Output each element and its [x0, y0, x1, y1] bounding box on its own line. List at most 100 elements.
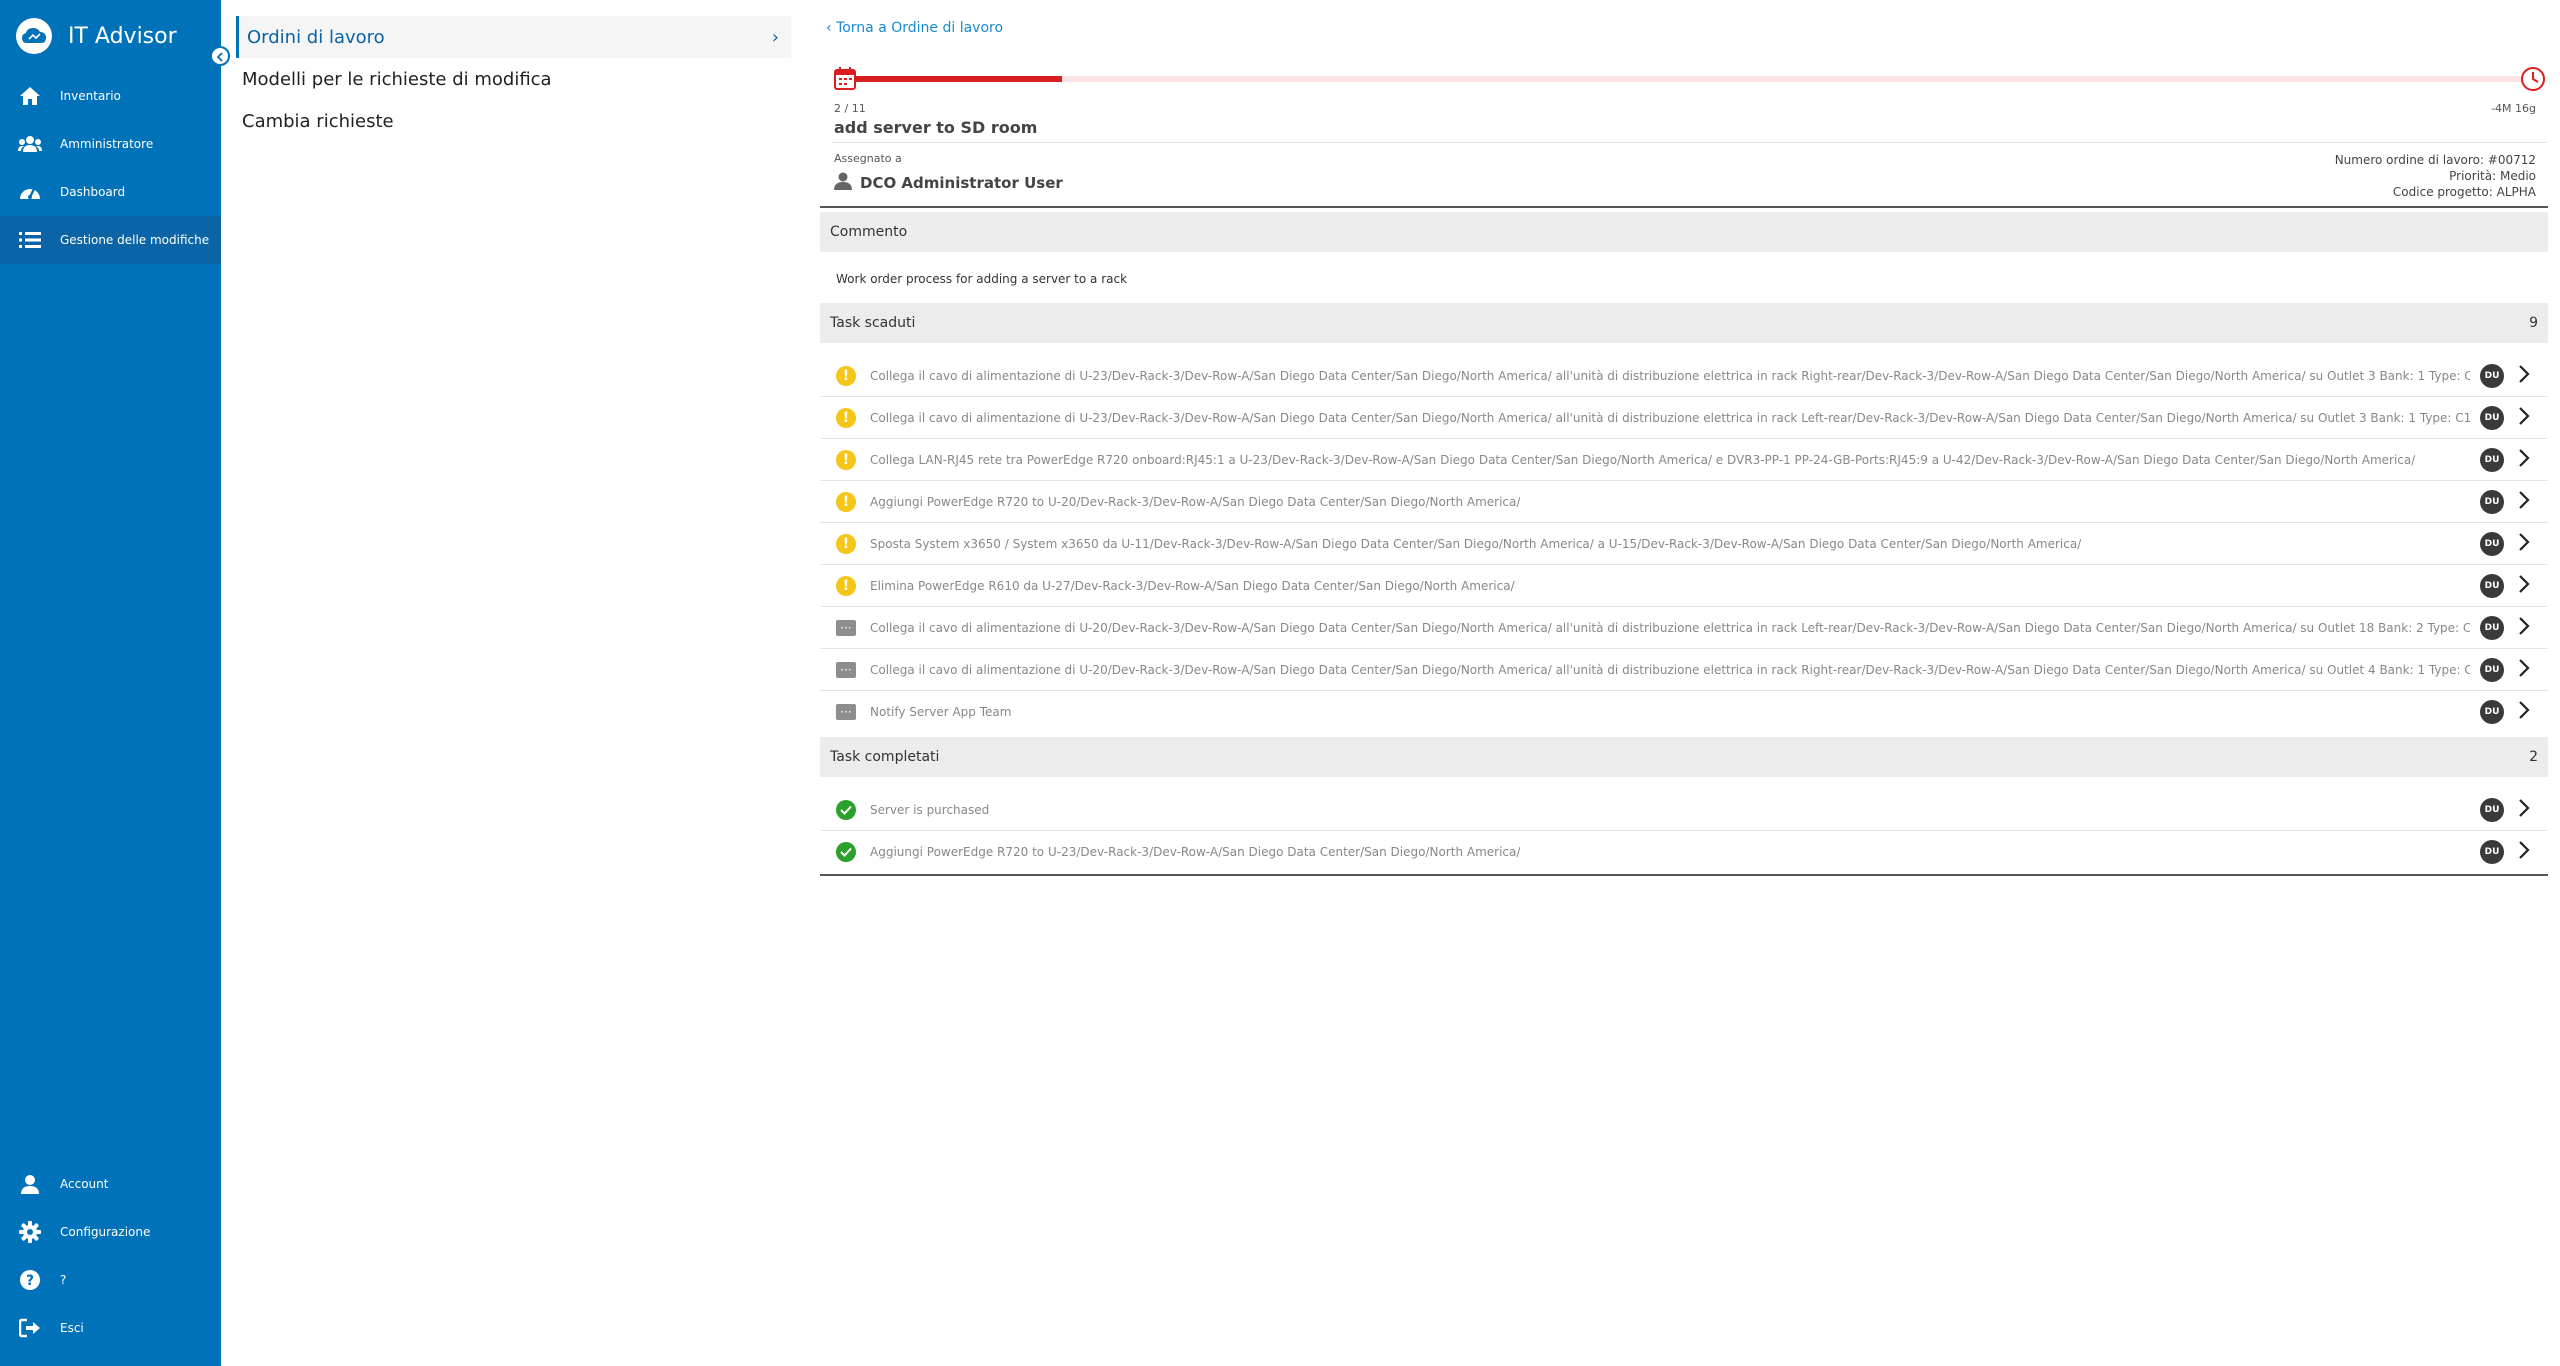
task-row[interactable]: ··· Collega il cavo di alimentazione di U…	[820, 649, 2548, 691]
sidebar-item-gestione-modifiche[interactable]: Gestione delle modifiche	[0, 216, 221, 264]
assignee-avatar: DU	[2480, 447, 2504, 472]
chevron-right-icon[interactable]	[2518, 364, 2530, 388]
work-order-priority: Priorità: Medio	[2449, 169, 2536, 183]
task-text: Collega il cavo di alimentazione di U-20…	[870, 620, 2470, 635]
sidebar-item-account[interactable]: Account	[0, 1160, 221, 1208]
task-row[interactable]: Server is purchased DU	[820, 789, 2548, 831]
task-row[interactable]: ··· Notify Server App Team DU	[820, 691, 2548, 733]
chevron-right-icon[interactable]	[2518, 574, 2530, 598]
work-order-number: Numero ordine di lavoro: #00712	[2334, 153, 2536, 167]
pending-icon: ···	[836, 704, 856, 720]
cloud-logo-icon	[16, 18, 52, 54]
task-text: Aggiungi PowerEdge R720 to U-20/Dev-Rack…	[870, 494, 1521, 509]
page-title: add server to SD room	[834, 118, 1038, 137]
chevron-right-icon[interactable]	[2518, 700, 2530, 724]
warning-icon: !	[836, 407, 856, 428]
section-title: Task scaduti	[830, 315, 916, 331]
home-icon	[18, 84, 42, 108]
sidebar-item-label: Amministratore	[60, 137, 154, 151]
sidebar-item-label: Esci	[60, 1321, 84, 1335]
task-row[interactable]: ! Aggiungi PowerEdge R720 to U-20/Dev-Rac…	[820, 481, 2548, 523]
assignee-avatar: DU	[2480, 615, 2504, 640]
task-row[interactable]: ! Collega LAN-RJ45 rete tra PowerEdge R72…	[820, 439, 2548, 481]
divider	[820, 874, 2548, 876]
chevron-right-icon[interactable]	[2518, 798, 2530, 822]
subnav-item-label: Ordini di lavoro	[247, 26, 385, 48]
assignee-avatar: DU	[2480, 840, 2504, 864]
sidebar-item-dashboard[interactable]: Dashboard	[0, 168, 221, 216]
svg-text:?: ?	[26, 1273, 34, 1289]
sidebar-item-amministratore[interactable]: Amministratore	[0, 120, 221, 168]
check-icon	[836, 799, 856, 820]
subnav: Ordini di lavoro › Modelli per le richie…	[236, 16, 791, 142]
sidebar-item-configurazione[interactable]: Configurazione	[0, 1208, 221, 1256]
completed-task-list: Server is purchased DU Aggiungi PowerEdge …	[820, 789, 2548, 873]
chevron-right-icon[interactable]	[2518, 616, 2530, 640]
subnav-item-label: Cambia richieste	[242, 110, 394, 132]
logout-icon	[18, 1316, 42, 1340]
assignee-avatar: DU	[2480, 531, 2504, 556]
subnav-item-label: Modelli per le richieste di modifica	[242, 68, 552, 90]
clock-icon	[2520, 66, 2546, 96]
divider	[820, 206, 2548, 208]
chevron-right-icon[interactable]	[2518, 532, 2530, 556]
subnav-item-cambia-richieste[interactable]: Cambia richieste	[236, 100, 791, 142]
sidebar-nav: Inventario Amministratore Dashboard Gest…	[0, 72, 221, 264]
timeline-progress	[842, 76, 1063, 82]
back-link[interactable]: ‹ Torna a Ordine di lavoro	[826, 20, 1003, 36]
brand[interactable]: IT Advisor	[16, 18, 177, 54]
chevron-left-icon: ‹	[826, 20, 837, 36]
warning-icon: !	[836, 449, 856, 470]
check-icon	[836, 842, 856, 862]
task-row[interactable]: ! Collega il cavo di alimentazione di U-2…	[820, 397, 2548, 439]
warning-icon: !	[836, 533, 856, 554]
task-count: 9	[2529, 315, 2538, 331]
app-root: IT Advisor Inventario Amministratore Das…	[0, 0, 2560, 1366]
chevron-right-icon[interactable]	[2518, 490, 2530, 514]
task-row[interactable]: Aggiungi PowerEdge R720 to U-23/Dev-Rack…	[820, 831, 2548, 873]
section-title: Commento	[830, 224, 908, 240]
assignee-avatar: DU	[2480, 405, 2504, 430]
chevron-right-icon[interactable]	[2518, 448, 2530, 472]
task-text: Collega il cavo di alimentazione di U-23…	[870, 410, 2470, 425]
sidebar-item-help[interactable]: ? ?	[0, 1256, 221, 1304]
chevron-right-icon[interactable]	[2518, 406, 2530, 430]
overdue-section-header[interactable]: Task scaduti 9	[820, 303, 2548, 343]
task-row[interactable]: ! Sposta System x3650 / System x3650 da U…	[820, 523, 2548, 565]
timeline-end-label: -4M 16g	[2491, 102, 2536, 115]
assignee-avatar: DU	[2480, 700, 2504, 724]
subnav-item-ordini[interactable]: Ordini di lavoro ›	[236, 16, 791, 58]
work-order-meta: Numero ordine di lavoro: #00712 Priorità…	[2335, 152, 2536, 200]
subnav-item-modelli[interactable]: Modelli per le richieste di modifica	[236, 58, 791, 100]
sidebar-bottom-nav: Account Configurazione ? ? Esci	[0, 1160, 221, 1352]
chevron-right-icon[interactable]	[2518, 658, 2530, 682]
sidebar-item-esci[interactable]: Esci	[0, 1304, 221, 1352]
assignee-name: DCO Administrator User	[860, 174, 1063, 192]
task-row[interactable]: ··· Collega il cavo di alimentazione di U…	[820, 607, 2548, 649]
task-text: Notify Server App Team	[870, 705, 1012, 719]
task-text: Sposta System x3650 / System x3650 da U-…	[870, 536, 2082, 551]
section-title: Task completati	[830, 749, 940, 765]
help-icon: ?	[18, 1268, 42, 1292]
assignee-avatar: DU	[2480, 657, 2504, 682]
warning-icon: !	[836, 491, 856, 512]
timeline	[834, 66, 2546, 94]
task-text: Aggiungi PowerEdge R720 to U-23/Dev-Rack…	[870, 845, 1521, 859]
pending-icon: ···	[836, 661, 856, 678]
sidebar-item-label: Configurazione	[60, 1225, 151, 1239]
chevron-left-icon	[215, 47, 225, 66]
task-row[interactable]: ! Collega il cavo di alimentazione di U-2…	[820, 355, 2548, 397]
task-text: Collega LAN-RJ45 rete tra PowerEdge R720…	[870, 452, 2416, 467]
warning-icon: !	[836, 365, 856, 386]
chevron-right-icon: ›	[771, 26, 779, 48]
completed-section-header[interactable]: Task completati 2	[820, 737, 2548, 777]
task-count: 2	[2529, 749, 2538, 765]
collapse-sidebar-button[interactable]	[210, 46, 230, 66]
task-row[interactable]: ! Elimina PowerEdge R610 da U-27/Dev-Rack…	[820, 565, 2548, 607]
sidebar-item-label: Inventario	[60, 89, 121, 103]
sidebar-item-label: Gestione delle modifiche	[60, 233, 210, 247]
assignee-avatar: DU	[2480, 573, 2504, 598]
sidebar-item-label: Account	[60, 1177, 109, 1191]
chevron-right-icon[interactable]	[2518, 840, 2530, 864]
sidebar-item-inventario[interactable]: Inventario	[0, 72, 221, 120]
